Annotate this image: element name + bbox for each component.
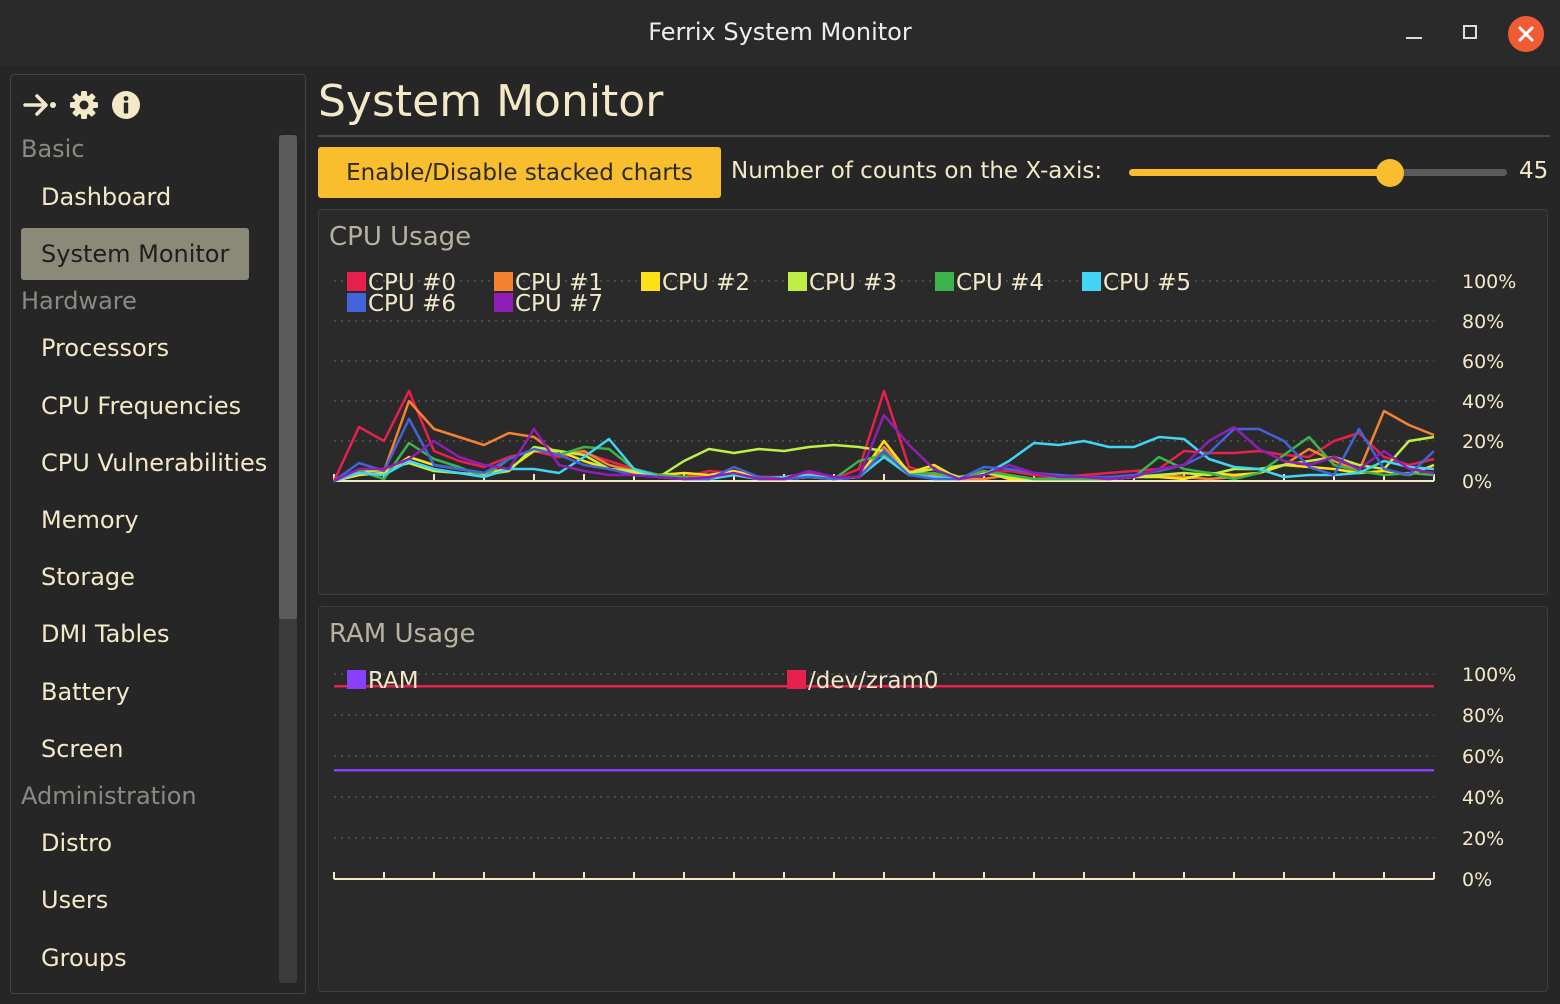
- sidebar-item-screen[interactable]: Screen: [21, 723, 144, 775]
- sidebar-item-distro[interactable]: Distro: [21, 817, 132, 869]
- gear-icon[interactable]: [69, 90, 99, 120]
- legend-swatch: [347, 272, 366, 291]
- legend-label: /dev/zram0: [808, 668, 939, 694]
- x-axis-count-label: Number of counts on the X-axis:: [731, 158, 1103, 184]
- sidebar: Basic Dashboard System Monitor Hardware …: [10, 74, 306, 994]
- y-tick-label: 80%: [1462, 311, 1504, 333]
- info-icon[interactable]: [111, 90, 141, 120]
- y-tick-label: 80%: [1462, 705, 1504, 727]
- sidebar-item-groups[interactable]: Groups: [21, 932, 147, 984]
- legend-swatch: [1082, 272, 1101, 291]
- sidebar-toolbar: [23, 89, 141, 121]
- sidebar-item-memory[interactable]: Memory: [21, 494, 159, 546]
- minimize-button[interactable]: [1396, 16, 1432, 52]
- window-title: Ferrix System Monitor: [648, 18, 912, 46]
- sidebar-item-battery[interactable]: Battery: [21, 666, 150, 718]
- sidebar-item-users[interactable]: Users: [21, 874, 128, 926]
- legend-swatch: [641, 272, 660, 291]
- y-tick-label: 60%: [1462, 746, 1504, 768]
- slider-fill: [1129, 169, 1390, 176]
- legend-label: CPU #5: [1103, 270, 1191, 296]
- legend-swatch: [788, 272, 807, 291]
- sidebar-scrollbar-thumb[interactable]: [279, 135, 297, 619]
- y-tick-label: 60%: [1462, 351, 1504, 373]
- close-icon: [1518, 26, 1534, 42]
- x-axis-count-value: 45: [1519, 158, 1549, 184]
- section-basic: Basic: [21, 135, 85, 163]
- ram-usage-panel: RAM Usage 100% 80% 60% 40% 20% 0% RAM/dev/zram…: [318, 606, 1548, 992]
- legend-swatch: [935, 272, 954, 291]
- legend-label: CPU #2: [662, 270, 750, 296]
- sidebar-item-dashboard[interactable]: Dashboard: [21, 171, 191, 223]
- legend-swatch: [347, 670, 366, 689]
- y-tick-label: 40%: [1462, 787, 1504, 809]
- y-tick-label: 0%: [1462, 869, 1492, 891]
- legend-swatch: [494, 272, 513, 291]
- title-separator: [318, 135, 1550, 137]
- y-tick-label: 20%: [1462, 828, 1504, 850]
- collapse-sidebar-icon[interactable]: [23, 90, 57, 120]
- legend-label: CPU #4: [956, 270, 1044, 296]
- sidebar-item-system-monitor[interactable]: System Monitor: [21, 228, 250, 280]
- legend-swatch: [494, 293, 513, 312]
- legend-label: CPU #7: [515, 291, 603, 317]
- sidebar-item-cpu-vulnerabilities[interactable]: CPU Vulnerabilities: [21, 437, 287, 489]
- slider-handle[interactable]: [1375, 159, 1404, 187]
- y-tick-label: 0%: [1462, 471, 1492, 493]
- legend-label: CPU #3: [809, 270, 897, 296]
- legend-swatch: [347, 293, 366, 312]
- ram-usage-chart: 100% 80% 60% 40% 20% 0% RAM/dev/zram0: [333, 664, 1516, 891]
- y-tick-label: 20%: [1462, 431, 1504, 453]
- close-button[interactable]: [1508, 16, 1544, 52]
- y-tick-label: 100%: [1462, 664, 1516, 686]
- legend-label: CPU #6: [368, 291, 456, 317]
- section-hardware: Hardware: [21, 287, 137, 315]
- x-axis-count-slider[interactable]: [1129, 159, 1507, 187]
- sidebar-scrollbar[interactable]: [279, 135, 297, 983]
- sidebar-item-dmi-tables[interactable]: DMI Tables: [21, 608, 189, 660]
- legend-label: RAM: [368, 668, 419, 694]
- page-title: System Monitor: [318, 76, 664, 127]
- cpu-usage-panel: CPU Usage 100% 80% 60% 40% 20% 0% CPU #0 CPU #1…: [318, 209, 1548, 595]
- sidebar-item-cpu-frequencies[interactable]: CPU Frequencies: [21, 380, 261, 432]
- y-tick-label: 40%: [1462, 391, 1504, 413]
- toggle-stacked-charts-button[interactable]: Enable/Disable stacked charts: [318, 147, 721, 198]
- y-tick-label: 100%: [1462, 271, 1516, 293]
- cpu-usage-chart: 100%80%60%40%20%0%CPU #0 CPU #1 CPU #2 CPU …: [332, 270, 1516, 493]
- title-bar: Ferrix System Monitor: [0, 0, 1560, 66]
- sidebar-item-storage[interactable]: Storage: [21, 551, 155, 603]
- section-administration: Administration: [21, 782, 197, 810]
- sidebar-item-processors[interactable]: Processors: [21, 322, 189, 374]
- legend-swatch: [787, 670, 806, 689]
- maximize-button[interactable]: [1452, 16, 1488, 52]
